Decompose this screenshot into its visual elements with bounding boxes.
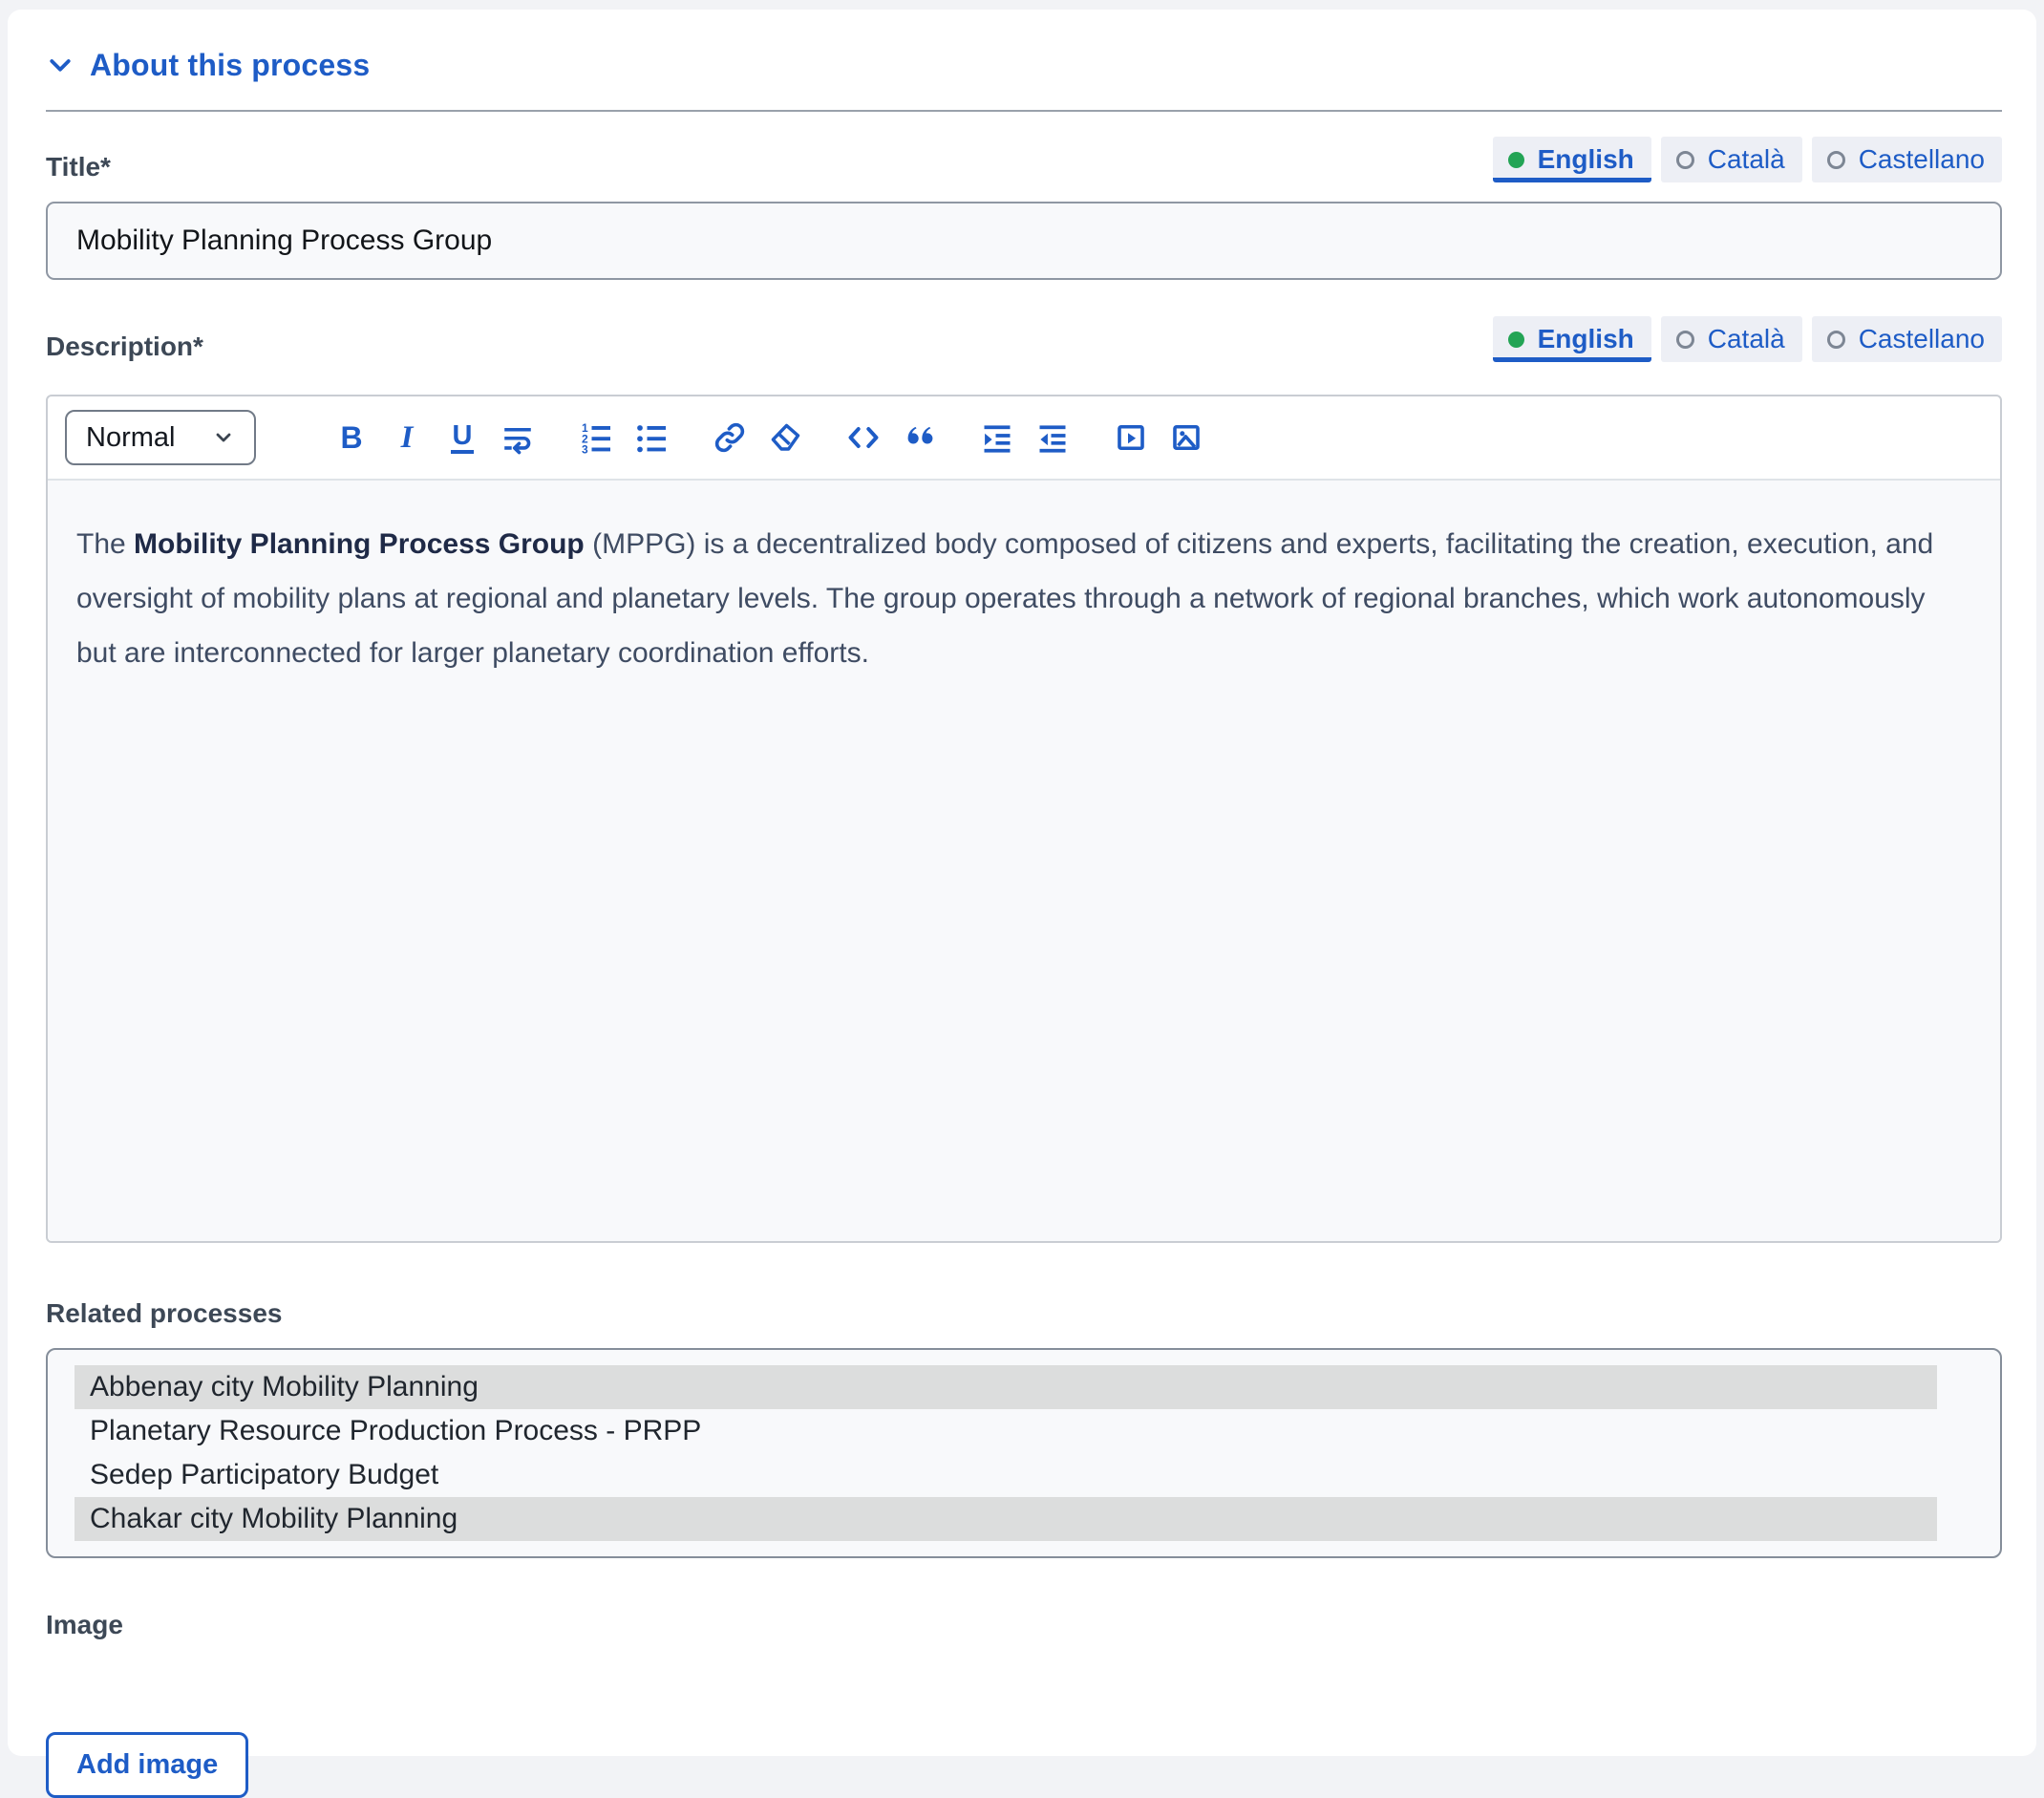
- image-button[interactable]: [1165, 417, 1207, 459]
- image-icon: [1173, 424, 1200, 451]
- language-tab-label: Castellano: [1858, 324, 1985, 353]
- language-tab-label: English: [1537, 144, 1634, 174]
- description-editor-content[interactable]: The Mobility Planning Process Group (MPP…: [48, 481, 2000, 1241]
- language-tab-catala[interactable]: Català: [1660, 137, 1802, 182]
- section-toggle-about-this-process[interactable]: About this process: [46, 48, 2002, 83]
- title-label: Title*: [46, 152, 111, 182]
- bold-button[interactable]: B: [330, 417, 373, 459]
- outdent-button[interactable]: [1032, 417, 1074, 459]
- chevron-down-icon: [50, 58, 71, 72]
- language-tab-english[interactable]: English: [1492, 137, 1651, 182]
- indent-icon: [984, 425, 1011, 453]
- related-process-option[interactable]: Abbenay city Mobility Planning: [75, 1365, 1937, 1409]
- video-button[interactable]: [1110, 417, 1152, 459]
- line-break-icon: [504, 427, 531, 455]
- filled-status-dot-icon: [1507, 151, 1524, 168]
- clear-formatting-icon: [771, 423, 800, 451]
- ordered-list-icon: 1 2 3: [582, 421, 610, 456]
- code-icon: [848, 427, 879, 448]
- blockquote-button[interactable]: [898, 417, 940, 459]
- divider: [46, 110, 2002, 112]
- related-processes-label: Related processes: [46, 1298, 283, 1328]
- outdent-icon: [1039, 425, 1066, 453]
- hollow-status-dot-icon: [1675, 150, 1694, 169]
- about-process-panel: About this process Title* English Català…: [8, 10, 2036, 1798]
- language-tab-label: English: [1537, 324, 1634, 353]
- video-icon: [1118, 424, 1144, 451]
- title-input[interactable]: Mobility Planning Process Group: [46, 202, 2002, 280]
- hollow-status-dot-icon: [1675, 330, 1694, 349]
- related-process-option[interactable]: Sedep Participatory Budget: [75, 1453, 1937, 1497]
- related-process-option[interactable]: Chakar city Mobility Planning: [75, 1497, 1937, 1541]
- language-tab-label: Castellano: [1858, 144, 1985, 174]
- text-style-dropdown[interactable]: Normal: [65, 410, 256, 465]
- clear-formatting-button[interactable]: [764, 417, 806, 459]
- link-button[interactable]: [709, 417, 751, 459]
- image-label: Image: [46, 1610, 123, 1639]
- indent-button[interactable]: [976, 417, 1018, 459]
- bullet-list-button[interactable]: [630, 417, 672, 459]
- language-tab-english[interactable]: English: [1492, 316, 1651, 362]
- add-image-button[interactable]: Add image: [46, 1732, 249, 1798]
- title-language-tabs: English Català Castellano: [1492, 137, 2002, 182]
- language-tab-label: Català: [1707, 324, 1785, 353]
- related-processes-select: Abbenay city Mobility Planning Planetary…: [46, 1348, 2002, 1558]
- editor-toolbar: Normal B I U 1 2 3: [48, 396, 2000, 481]
- language-tab-castellano[interactable]: Castellano: [1811, 137, 2002, 182]
- description-paragraph: The Mobility Planning Process Group (MPP…: [76, 528, 1934, 669]
- italic-icon: I: [400, 419, 414, 455]
- hollow-status-dot-icon: [1826, 150, 1845, 169]
- underline-button[interactable]: U: [441, 417, 483, 459]
- description-editor: Normal B I U 1 2 3 The Mobility Planning…: [46, 395, 2002, 1243]
- bold-icon: B: [340, 419, 363, 455]
- italic-button[interactable]: I: [386, 417, 428, 459]
- description-language-tabs: English Català Castellano: [1492, 316, 2002, 362]
- blockquote-icon: [907, 426, 933, 444]
- language-tab-castellano[interactable]: Castellano: [1811, 316, 2002, 362]
- link-icon: [714, 422, 745, 453]
- section-title: About this process: [90, 48, 371, 82]
- code-button[interactable]: [842, 417, 884, 459]
- description-bold-text: Mobility Planning Process Group: [134, 528, 585, 560]
- underline-icon: U: [450, 420, 475, 455]
- line-break-button[interactable]: [497, 417, 539, 459]
- text-style-value: Normal: [86, 421, 176, 453]
- chevron-down-icon: [216, 433, 231, 442]
- language-tab-catala[interactable]: Català: [1660, 316, 1802, 362]
- filled-status-dot-icon: [1507, 331, 1524, 348]
- language-tab-label: Català: [1707, 144, 1785, 174]
- svg-text:3: 3: [582, 443, 588, 456]
- related-process-option[interactable]: Planetary Resource Production Process - …: [75, 1409, 1937, 1453]
- ordered-list-button[interactable]: 1 2 3: [575, 417, 617, 459]
- bullet-list-icon: [637, 425, 666, 453]
- description-label: Description*: [46, 332, 203, 361]
- hollow-status-dot-icon: [1826, 330, 1845, 349]
